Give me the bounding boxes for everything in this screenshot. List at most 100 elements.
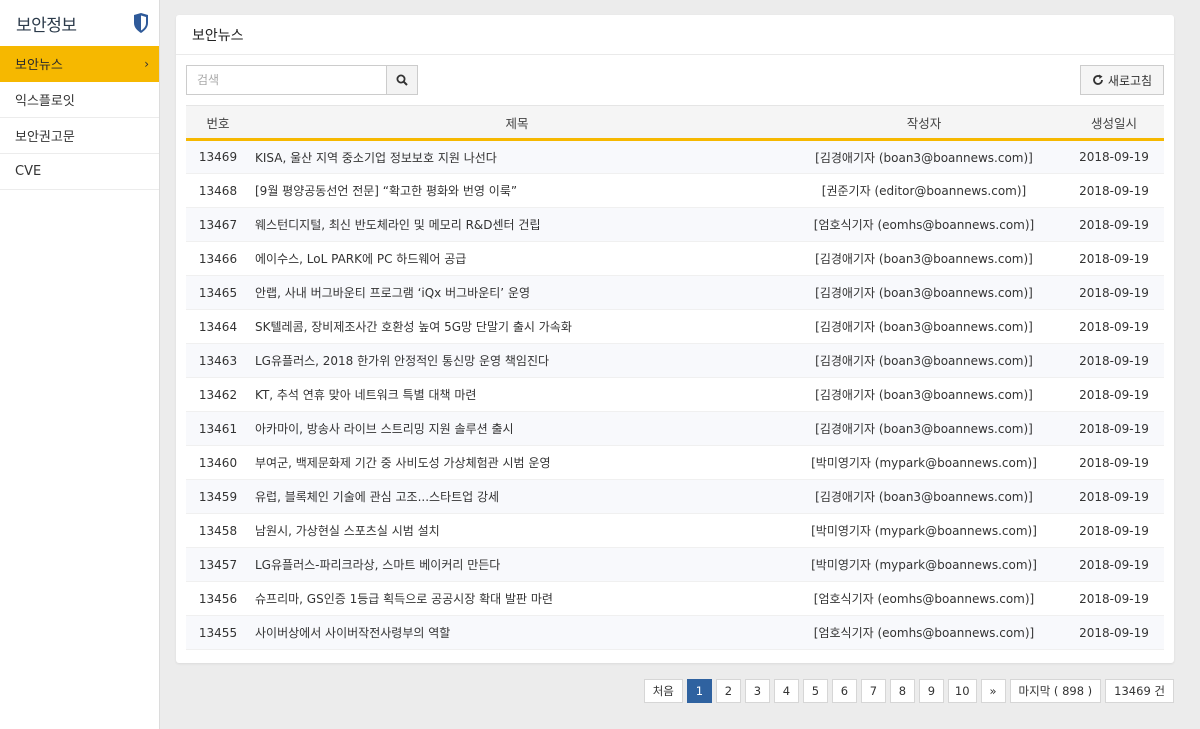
row-date: 2018-09-19 [1064, 207, 1164, 242]
row-number: 13462 [186, 377, 250, 412]
row-title[interactable]: 부여군, 백제문화제 기간 중 사비도성 가상체험관 시범 운영 [250, 445, 784, 480]
row-title[interactable]: 에이수스, LoL PARK에 PC 하드웨어 공급 [250, 241, 784, 276]
table-row[interactable]: 13456 슈프리마, GS인증 1등급 획득으로 공공시장 확대 발판 마련 [엄… [186, 581, 1164, 616]
page-button-2[interactable]: 2 [715, 679, 741, 703]
page-button-3[interactable]: 3 [744, 679, 770, 703]
sidebar-title: 보안정보 [16, 15, 77, 36]
row-date: 2018-09-19 [1064, 275, 1164, 310]
sidebar: 보안정보 보안뉴스 › 익스플로잇 보안권고문 CVE [0, 0, 160, 729]
sidebar-item-label: 보안권고문 [15, 130, 75, 145]
chevron-right-icon: › [144, 56, 149, 71]
row-title[interactable]: [9월 평양공동선언 전문] “확고한 평화와 번영 이룩” [250, 173, 784, 208]
sidebar-item-exploit[interactable]: 익스플로잇 [0, 82, 159, 118]
row-author: [박미영기자 (mypark@boannews.com)] [784, 547, 1064, 582]
next-page-button[interactable]: » [980, 679, 1006, 703]
page-button-5[interactable]: 5 [802, 679, 828, 703]
page-button-9[interactable]: 9 [918, 679, 944, 703]
table-row[interactable]: 13461 아카마이, 방송사 라이브 스트리밍 지원 솔루션 출시 [김경애기자 … [186, 411, 1164, 446]
pagination: 처음 1 2 3 4 5 6 7 8 9 10» 마지막 ( 898 ) 13469 건 [643, 679, 1174, 703]
row-title[interactable]: 유럽, 블록체인 기술에 관심 고조...스타트업 강세 [250, 479, 784, 514]
table-row[interactable]: 13462 KT, 추석 연휴 맞아 네트워크 특별 대책 마련 [김경애기자 (b… [186, 377, 1164, 412]
row-title[interactable]: 슈프리마, GS인증 1등급 획득으로 공공시장 확대 발판 마련 [250, 581, 784, 616]
page-button-6[interactable]: 6 [831, 679, 857, 703]
table-row[interactable]: 13466 에이수스, LoL PARK에 PC 하드웨어 공급 [김경애기자 (b… [186, 241, 1164, 276]
row-date: 2018-09-19 [1064, 377, 1164, 412]
column-header-date[interactable]: 생성일시 [1064, 105, 1164, 141]
row-author: [김경애기자 (boan3@boannews.com)] [784, 241, 1064, 276]
sidebar-item-security-news[interactable]: 보안뉴스 › [0, 46, 159, 82]
page-button-7[interactable]: 7 [860, 679, 886, 703]
row-number: 13469 [186, 139, 250, 174]
row-date: 2018-09-19 [1064, 547, 1164, 582]
row-number: 13456 [186, 581, 250, 616]
column-header-num[interactable]: 번호 [186, 105, 250, 141]
search-button[interactable] [386, 65, 418, 95]
row-author: [엄호식기자 (eomhs@boannews.com)] [784, 581, 1064, 616]
row-number: 13461 [186, 411, 250, 446]
table-header-row: 번호 제목 작성자 생성일시 [186, 105, 1164, 141]
row-author: [권준기자 (editor@boannews.com)] [784, 173, 1064, 208]
page-title: 보안뉴스 [176, 15, 1174, 55]
row-title[interactable]: 아카마이, 방송사 라이브 스트리밍 지원 솔루션 출시 [250, 411, 784, 446]
row-date: 2018-09-19 [1064, 241, 1164, 276]
row-title[interactable]: LG유플러스, 2018 한가위 안정적인 통신망 운영 책임진다 [250, 343, 784, 378]
row-author: [김경애기자 (boan3@boannews.com)] [784, 479, 1064, 514]
page-button-1[interactable]: 1 [686, 679, 712, 703]
table-row[interactable]: 13455 사이버상에서 사이버작전사령부의 역할 [엄호식기자 (eomhs@bo… [186, 615, 1164, 650]
row-author: [김경애기자 (boan3@boannews.com)] [784, 139, 1064, 174]
first-page-button[interactable]: 처음 [643, 679, 683, 703]
row-author: [엄호식기자 (eomhs@boannews.com)] [784, 615, 1064, 650]
row-date: 2018-09-19 [1064, 139, 1164, 174]
row-author: [김경애기자 (boan3@boannews.com)] [784, 411, 1064, 446]
row-number: 13455 [186, 615, 250, 650]
row-title[interactable]: 남원시, 가상현실 스포츠실 시범 설치 [250, 513, 784, 548]
row-number: 13458 [186, 513, 250, 548]
table-row[interactable]: 13460 부여군, 백제문화제 기간 중 사비도성 가상체험관 시범 운영 [박미… [186, 445, 1164, 480]
search-group [186, 65, 418, 95]
row-author: [엄호식기자 (eomhs@boannews.com)] [784, 207, 1064, 242]
page-button-10[interactable]: 10 [947, 679, 977, 703]
row-author: [김경애기자 (boan3@boannews.com)] [784, 309, 1064, 344]
search-input[interactable] [186, 65, 386, 95]
row-date: 2018-09-19 [1064, 581, 1164, 616]
row-title[interactable]: KISA, 울산 지역 중소기업 정보보호 지원 나선다 [250, 139, 784, 174]
table-row[interactable]: 13469 KISA, 울산 지역 중소기업 정보보호 지원 나선다 [김경애기자 … [186, 139, 1164, 174]
page-button-8[interactable]: 8 [889, 679, 915, 703]
row-author: [박미영기자 (mypark@boannews.com)] [784, 445, 1064, 480]
table-row[interactable]: 13457 LG유플러스-파리크라상, 스마트 베이커리 만든다 [박미영기자 (m… [186, 547, 1164, 582]
row-date: 2018-09-19 [1064, 411, 1164, 446]
table-row[interactable]: 13458 남원시, 가상현실 스포츠실 시범 설치 [박미영기자 (mypark@… [186, 513, 1164, 548]
news-card: 보안뉴스 새로고침 번호 제목 작성자 생성일시 [176, 15, 1174, 663]
table-row[interactable]: 13465 안랩, 사내 버그바운티 프로그램 ‘iQx 버그바운티’ 운영 [김경… [186, 275, 1164, 310]
row-date: 2018-09-19 [1064, 173, 1164, 208]
row-title[interactable]: LG유플러스-파리크라상, 스마트 베이커리 만든다 [250, 547, 784, 582]
table-row[interactable]: 13463 LG유플러스, 2018 한가위 안정적인 통신망 운영 책임진다 [김… [186, 343, 1164, 378]
table-row[interactable]: 13468 [9월 평양공동선언 전문] “확고한 평화와 번영 이룩” [권준기자… [186, 173, 1164, 208]
shield-icon [133, 13, 149, 33]
table-row[interactable]: 13464 SK텔레콤, 장비제조사간 호환성 높여 5G망 단말기 출시 가속화… [186, 309, 1164, 344]
row-number: 13464 [186, 309, 250, 344]
sidebar-header: 보안정보 [0, 0, 159, 46]
row-date: 2018-09-19 [1064, 479, 1164, 514]
row-number: 13467 [186, 207, 250, 242]
row-title[interactable]: 사이버상에서 사이버작전사령부의 역할 [250, 615, 784, 650]
last-page-button[interactable]: 마지막 ( 898 ) [1009, 679, 1102, 703]
row-number: 13465 [186, 275, 250, 310]
row-number: 13460 [186, 445, 250, 480]
sidebar-item-cve[interactable]: CVE [0, 154, 159, 190]
column-header-author[interactable]: 작성자 [784, 105, 1064, 141]
table-row[interactable]: 13467 웨스턴디지털, 최신 반도체라인 및 메모리 R&D센터 건립 [엄호식… [186, 207, 1164, 242]
column-header-title[interactable]: 제목 [250, 105, 784, 141]
row-title[interactable]: KT, 추석 연휴 맞아 네트워크 특별 대책 마련 [250, 377, 784, 412]
table-row[interactable]: 13459 유럽, 블록체인 기술에 관심 고조...스타트업 강세 [김경애기자 … [186, 479, 1164, 514]
sidebar-item-label: 보안뉴스 [15, 58, 63, 73]
sidebar-item-advisory[interactable]: 보안권고문 [0, 118, 159, 154]
row-date: 2018-09-19 [1064, 513, 1164, 548]
refresh-button[interactable]: 새로고침 [1080, 65, 1164, 95]
row-title[interactable]: 웨스턴디지털, 최신 반도체라인 및 메모리 R&D센터 건립 [250, 207, 784, 242]
row-title[interactable]: SK텔레콤, 장비제조사간 호환성 높여 5G망 단말기 출시 가속화 [250, 309, 784, 344]
row-title[interactable]: 안랩, 사내 버그바운티 프로그램 ‘iQx 버그바운티’ 운영 [250, 275, 784, 310]
row-number: 13466 [186, 241, 250, 276]
sidebar-item-label: CVE [15, 164, 42, 179]
page-button-4[interactable]: 4 [773, 679, 799, 703]
